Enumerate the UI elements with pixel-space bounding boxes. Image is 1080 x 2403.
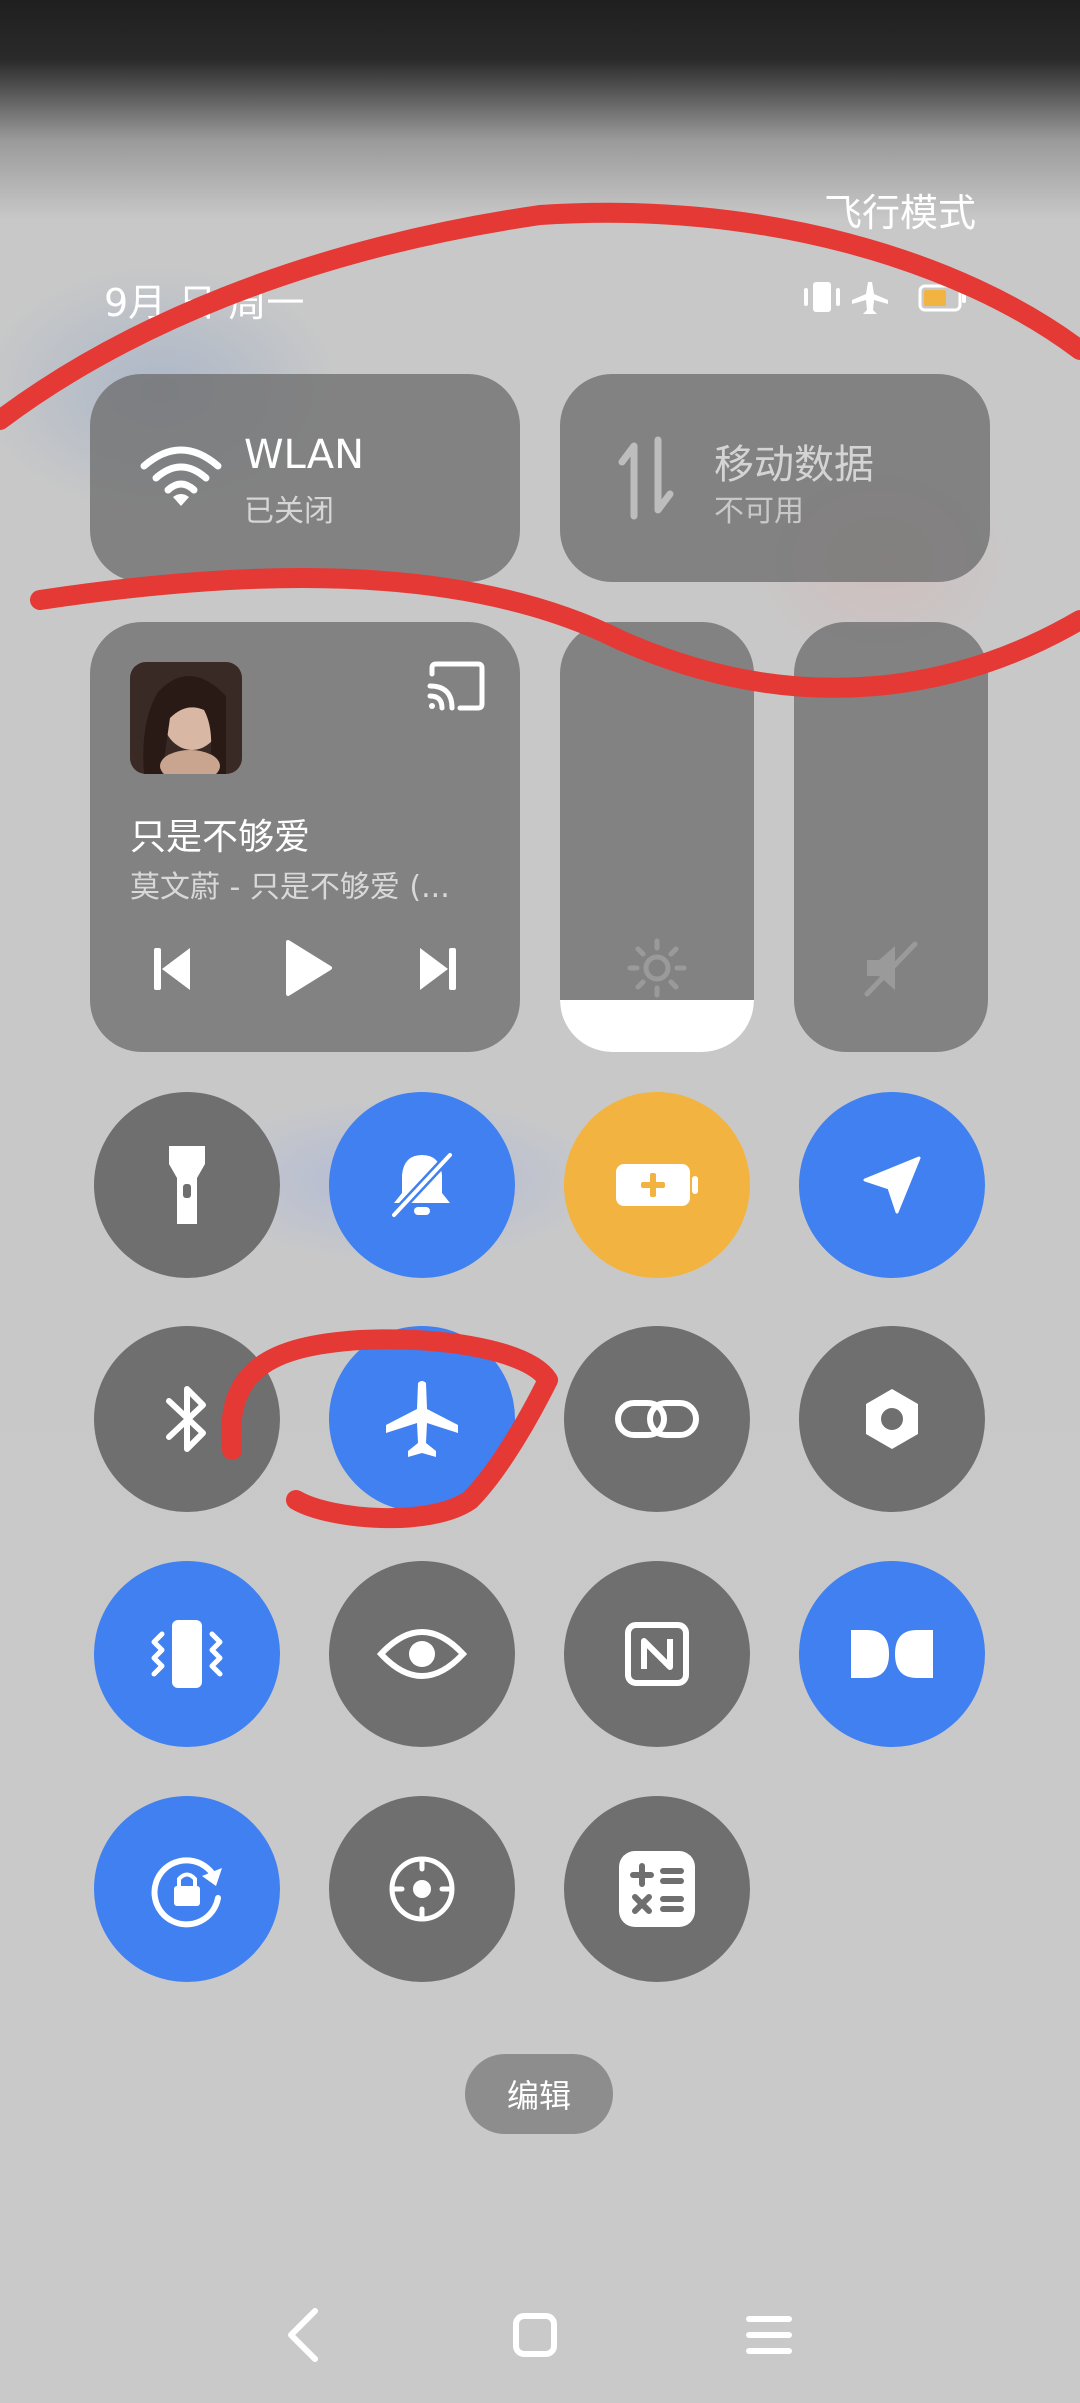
song-title: 只是不够爱 bbox=[130, 817, 311, 858]
link-icon bbox=[614, 1389, 700, 1449]
flashlight-icon bbox=[157, 1140, 217, 1230]
brightness-slider[interactable] bbox=[560, 622, 754, 1052]
sun-icon bbox=[627, 938, 687, 1002]
bluetooth-toggle[interactable] bbox=[94, 1326, 280, 1512]
hex-settings-icon bbox=[857, 1384, 927, 1454]
brightness-fill bbox=[560, 1000, 754, 1052]
airplane-mode-toggle[interactable] bbox=[329, 1326, 515, 1512]
wifi-icon bbox=[138, 442, 224, 512]
mobile-data-title: 移动数据 bbox=[714, 442, 874, 488]
mobile-data-tile[interactable]: 移动数据 不可用 bbox=[560, 374, 990, 582]
airplane-icon bbox=[380, 1377, 464, 1461]
volume-mute-icon bbox=[861, 938, 921, 1002]
battery-status-icon bbox=[918, 284, 966, 312]
location-arrow-icon bbox=[857, 1150, 927, 1220]
airplane-mode-title: 飞行模式 bbox=[823, 191, 976, 235]
edit-button[interactable]: 编辑 bbox=[465, 2054, 613, 2134]
volume-slider[interactable] bbox=[794, 622, 988, 1052]
status-icons bbox=[800, 278, 970, 318]
menu-icon[interactable] bbox=[734, 2300, 804, 2370]
play-icon[interactable] bbox=[282, 938, 334, 1002]
eye-icon bbox=[377, 1624, 467, 1684]
target-icon bbox=[384, 1851, 460, 1927]
date-label: 9月 日 周一 bbox=[104, 281, 305, 325]
wlan-status: 已关闭 bbox=[244, 494, 334, 529]
airplane-status-icon bbox=[852, 282, 888, 314]
bluetooth-icon bbox=[159, 1379, 215, 1459]
nfc-icon bbox=[622, 1619, 692, 1689]
back-icon[interactable] bbox=[268, 2300, 338, 2370]
data-arrows-icon bbox=[616, 436, 676, 524]
vibrate-icon bbox=[142, 1614, 232, 1694]
wlan-title: WLAN bbox=[244, 432, 365, 478]
target-toggle[interactable] bbox=[329, 1796, 515, 1982]
vibrate-toggle[interactable] bbox=[94, 1561, 280, 1747]
album-art[interactable] bbox=[130, 662, 242, 774]
battery-plus-icon bbox=[614, 1160, 700, 1210]
dolby-toggle[interactable] bbox=[799, 1561, 985, 1747]
artist-album: 莫文蔚 - 只是不够爱 (... bbox=[130, 870, 450, 905]
bell-off-icon bbox=[382, 1145, 462, 1225]
silent-toggle[interactable] bbox=[329, 1092, 515, 1278]
calculator-icon bbox=[615, 1847, 699, 1931]
next-icon[interactable] bbox=[416, 944, 460, 998]
cast-icon[interactable] bbox=[426, 660, 488, 716]
flashlight-toggle[interactable] bbox=[94, 1092, 280, 1278]
vibrate-status-icon bbox=[804, 282, 840, 312]
calculator-toggle[interactable] bbox=[564, 1796, 750, 1982]
home-icon[interactable] bbox=[500, 2300, 570, 2370]
location-toggle[interactable] bbox=[799, 1092, 985, 1278]
link-toggle[interactable] bbox=[564, 1326, 750, 1512]
dolby-icon bbox=[847, 1624, 937, 1684]
rotation-lock-toggle[interactable] bbox=[94, 1796, 280, 1982]
battery-saver-toggle[interactable] bbox=[564, 1092, 750, 1278]
eye-comfort-toggle[interactable] bbox=[329, 1561, 515, 1747]
media-player-card[interactable]: 只是不够爱 莫文蔚 - 只是不够爱 (... bbox=[90, 622, 520, 1052]
nfc-toggle[interactable] bbox=[564, 1561, 750, 1747]
wlan-tile[interactable]: WLAN 已关闭 bbox=[90, 374, 520, 582]
rotation-lock-icon bbox=[144, 1846, 230, 1932]
settings-hex-toggle[interactable] bbox=[799, 1326, 985, 1512]
mobile-data-status: 不可用 bbox=[714, 494, 804, 529]
previous-icon[interactable] bbox=[150, 944, 194, 998]
